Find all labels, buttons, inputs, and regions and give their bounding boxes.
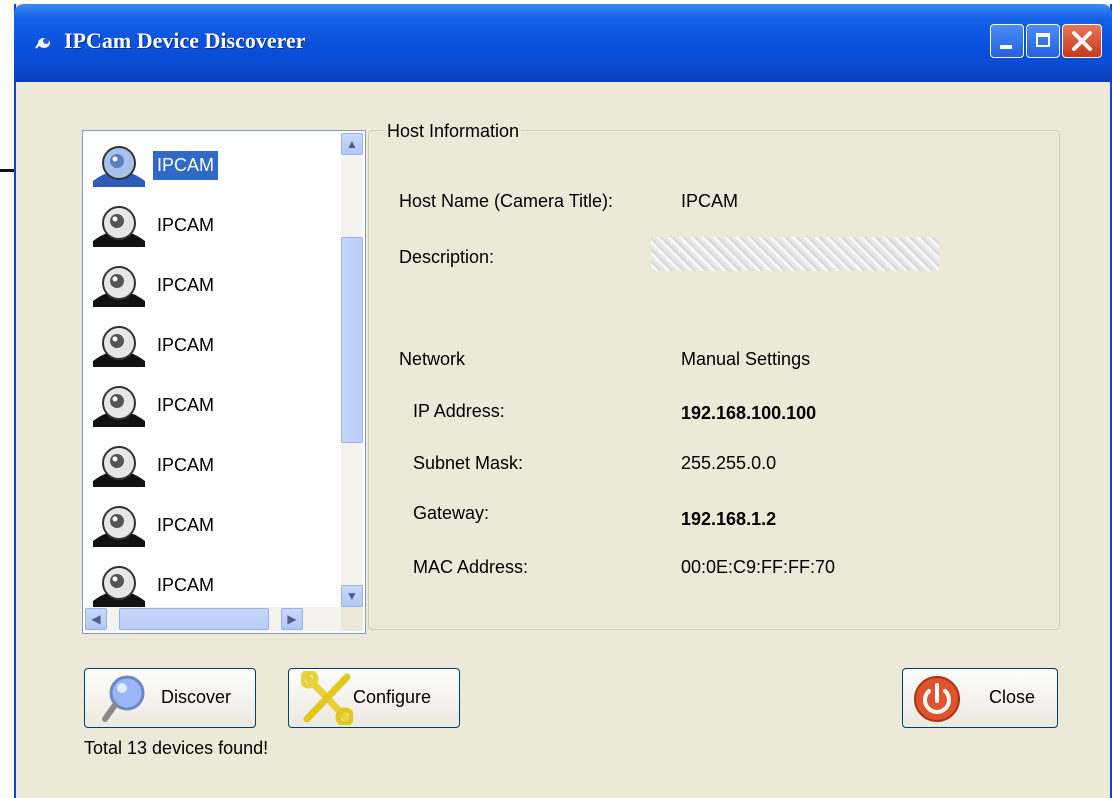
- ip-label: IP Address:: [413, 401, 505, 421]
- configure-button[interactable]: Configure: [288, 668, 460, 728]
- device-list-item[interactable]: IPCAM: [89, 499, 329, 557]
- ip-value: 192.168.100.100: [681, 403, 817, 423]
- dome-camera-icon: [93, 446, 145, 487]
- device-list-item-label: IPCAM: [157, 575, 215, 595]
- horizontal-scroll-thumb[interactable]: [119, 608, 269, 630]
- mac-value: 00:0E:C9:FF:FF:70: [681, 557, 836, 577]
- host-name-value: IPCAM: [681, 191, 739, 211]
- close-window-button[interactable]: [1062, 24, 1102, 58]
- device-list-item[interactable]: IPCAM: [89, 259, 329, 317]
- scroll-right-button[interactable]: ▶: [281, 608, 303, 630]
- host-name-label: Host Name (Camera Title):: [399, 191, 614, 211]
- scroll-left-button[interactable]: ◀: [85, 608, 107, 630]
- vertical-scrollbar[interactable]: ▲ ▼: [341, 133, 363, 607]
- configure-label: Configure: [353, 687, 432, 707]
- tools-icon: [301, 671, 353, 725]
- mac-label: MAC Address:: [413, 557, 529, 577]
- device-list[interactable]: IPCAM IPCAM IPCAM IPCAM IPCAM IPCAM IPCA…: [82, 130, 366, 634]
- device-list-item-label: IPCAM: [157, 275, 215, 295]
- scroll-corner: [341, 607, 363, 631]
- scroll-up-button[interactable]: ▲: [341, 133, 363, 155]
- group-legend: Host Information: [385, 121, 522, 142]
- device-list-item[interactable]: IPCAM: [89, 139, 329, 197]
- dome-camera-icon: [93, 386, 145, 427]
- magnifier-icon: [102, 675, 145, 722]
- device-list-item-label: IPCAM: [157, 395, 215, 415]
- horizontal-scrollbar[interactable]: ◀ ▶: [85, 607, 341, 631]
- dome-camera-icon: [93, 506, 145, 547]
- maximize-button[interactable]: [1026, 24, 1060, 58]
- status-text: Total 13 devices found!: [84, 738, 269, 758]
- gateway-label: Gateway:: [413, 503, 490, 523]
- subnet-value: 255.255.0.0: [681, 453, 777, 473]
- device-list-item[interactable]: IPCAM: [89, 379, 329, 437]
- vertical-scroll-thumb[interactable]: [341, 237, 363, 443]
- device-list-item-label: IPCAM: [157, 515, 215, 535]
- gateway-value: 192.168.1.2: [681, 509, 777, 529]
- dome-camera-icon: [93, 206, 145, 247]
- host-information-group: Host Information Host Name (Camera Title…: [368, 121, 1060, 630]
- discover-label: Discover: [161, 687, 232, 707]
- device-list-item-label: IPCAM: [157, 335, 215, 355]
- app-window: IPCam Device Discoverer IPCAM IPCAM IPCA…: [14, 4, 1112, 798]
- dome-camera-icon: [93, 266, 145, 307]
- close-icon: [1072, 31, 1092, 51]
- subnet-label: Subnet Mask:: [413, 453, 524, 473]
- power-icon: [914, 676, 960, 722]
- device-list-item-label: IPCAM: [153, 151, 219, 180]
- settings-mode: Manual Settings: [681, 349, 811, 369]
- description-label: Description:: [399, 247, 495, 267]
- discover-button[interactable]: Discover: [84, 668, 256, 728]
- dome-camera-icon: [93, 566, 145, 607]
- scroll-down-button[interactable]: ▼: [341, 585, 363, 607]
- minimize-button[interactable]: [990, 24, 1024, 58]
- dome-camera-icon: [93, 326, 145, 367]
- window-title: IPCam Device Discoverer: [64, 28, 306, 53]
- device-list-item-label: IPCAM: [157, 215, 215, 235]
- device-list-item[interactable]: IPCAM: [89, 439, 329, 497]
- close-label: Close: [989, 687, 1036, 707]
- title-bar[interactable]: IPCam Device Discoverer: [14, 4, 1112, 82]
- network-label: Network: [399, 349, 466, 369]
- close-button[interactable]: Close: [902, 668, 1058, 728]
- device-list-item[interactable]: IPCAM: [89, 199, 329, 257]
- device-list-item-label: IPCAM: [157, 455, 215, 475]
- dome-camera-icon: [93, 146, 145, 187]
- description-value-redacted: [651, 237, 939, 271]
- camera-icon: [35, 38, 50, 49]
- device-list-item[interactable]: IPCAM: [89, 319, 329, 377]
